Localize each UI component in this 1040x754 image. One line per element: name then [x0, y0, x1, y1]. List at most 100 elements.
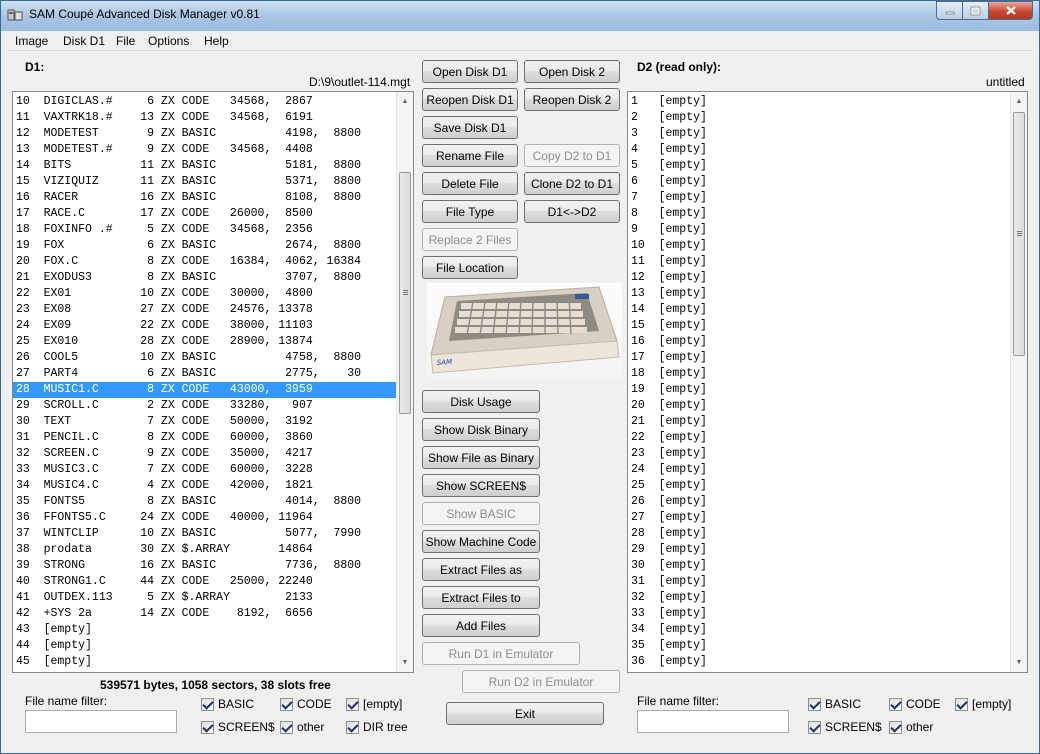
file-location-button[interactable]: File Location [422, 256, 518, 279]
list-item[interactable]: 13 MODETEST.# 9 ZX CODE 34568, 4408 [13, 142, 396, 158]
scroll-up-icon[interactable]: ▲ [1011, 93, 1027, 110]
list-item[interactable]: 9 [empty] [628, 222, 1010, 238]
list-item[interactable]: 32 SCREEN.C 9 ZX CODE 35000, 4217 [13, 446, 396, 462]
list-item[interactable]: 30 TEXT 7 ZX CODE 50000, 3192 [13, 414, 396, 430]
show-file-as-binary-button[interactable]: Show File as Binary [422, 446, 540, 469]
list-item[interactable]: 8 [empty] [628, 206, 1010, 222]
checkbox-icon[interactable] [280, 720, 293, 734]
list-item[interactable]: 45 [empty] [13, 654, 396, 670]
list-item[interactable]: 13 [empty] [628, 286, 1010, 302]
checkbox-icon[interactable] [201, 697, 214, 711]
list-item[interactable]: 22 [empty] [628, 430, 1010, 446]
list-item[interactable]: 33 [empty] [628, 606, 1010, 622]
d1-check-dir-tree[interactable]: DIR tree [346, 719, 408, 735]
list-item[interactable]: 11 VAXTRK18.# 13 ZX CODE 34568, 6191 [13, 110, 396, 126]
list-item[interactable]: 19 FOX 6 ZX BASIC 2674, 8800 [13, 238, 396, 254]
d2-filter-input[interactable] [637, 710, 789, 733]
d1-scroll-thumb[interactable] [399, 172, 411, 414]
list-item[interactable]: 3 [empty] [628, 126, 1010, 142]
checkbox-icon[interactable] [346, 720, 359, 734]
checkbox-icon[interactable] [201, 720, 214, 734]
list-item[interactable]: 14 [empty] [628, 302, 1010, 318]
checkbox-icon[interactable] [889, 697, 902, 711]
list-item[interactable]: 10 [empty] [628, 238, 1010, 254]
checkbox-icon[interactable] [280, 697, 293, 711]
menu-disk-d1[interactable]: Disk D1 [63, 34, 105, 48]
d1-check-basic[interactable]: BASIC [201, 696, 254, 712]
show-disk-binary-button[interactable]: Show Disk Binary [422, 418, 540, 441]
title-bar[interactable]: SAM Coupé Advanced Disk Manager v0.81 [1, 1, 1039, 31]
list-item[interactable]: 15 VIZIQUIZ 11 ZX BASIC 5371, 8800 [13, 174, 396, 190]
list-item[interactable]: 10 DIGICLAS.# 6 ZX CODE 34568, 2867 [13, 94, 396, 110]
d2-scroll-thumb[interactable] [1013, 112, 1025, 356]
list-item[interactable]: 40 STRONG1.C 44 ZX CODE 25000, 22240 [13, 574, 396, 590]
show-screen-button[interactable]: Show SCREEN$ [422, 474, 540, 497]
menu-help[interactable]: Help [204, 34, 229, 48]
list-item[interactable]: 25 EX010 28 ZX CODE 28900, 13874 [13, 334, 396, 350]
list-item[interactable]: 36 [empty] [628, 654, 1010, 670]
list-item[interactable]: 34 MUSIC4.C 4 ZX CODE 42000, 1821 [13, 478, 396, 494]
list-item[interactable]: 24 EX09 22 ZX CODE 38000, 11103 [13, 318, 396, 334]
menu-options[interactable]: Options [148, 34, 189, 48]
list-item[interactable]: 25 [empty] [628, 478, 1010, 494]
list-item[interactable]: 17 [empty] [628, 350, 1010, 366]
list-item[interactable]: 12 MODETEST 9 ZX BASIC 4198, 8800 [13, 126, 396, 142]
list-item[interactable]: 26 [empty] [628, 494, 1010, 510]
list-item[interactable]: 16 [empty] [628, 334, 1010, 350]
clone-d2-to-d1-button[interactable]: Clone D2 to D1 [524, 172, 620, 195]
list-item[interactable]: 44 [empty] [13, 638, 396, 654]
copy-d2-to-d1-button[interactable]: Copy D2 to D1 [524, 144, 620, 167]
list-item[interactable]: 5 [empty] [628, 158, 1010, 174]
list-item[interactable]: 6 [empty] [628, 174, 1010, 190]
checkbox-icon[interactable] [955, 697, 968, 711]
close-button[interactable] [989, 1, 1033, 20]
minimize-button[interactable] [936, 1, 963, 20]
list-item[interactable]: 12 [empty] [628, 270, 1010, 286]
list-item[interactable]: 41 OUTDEX.113 5 ZX $.ARRAY 2133 [13, 590, 396, 606]
checkbox-icon[interactable] [808, 720, 821, 734]
d2-file-list[interactable]: 1 [empty] 2 [empty] 3 [empty] 4 [empty] 5 [e… [627, 91, 1028, 673]
reopen-disk-2-button[interactable]: Reopen Disk 2 [524, 88, 620, 111]
exit-button[interactable]: Exit [446, 702, 604, 725]
list-item[interactable]: 18 FOXINFO .# 5 ZX CODE 34568, 2356 [13, 222, 396, 238]
list-item[interactable]: 15 [empty] [628, 318, 1010, 334]
d2-scrollbar[interactable]: ▲ ▼ [1010, 92, 1027, 672]
list-item[interactable]: 7 [empty] [628, 190, 1010, 206]
scroll-down-icon[interactable]: ▼ [1011, 654, 1027, 671]
list-item[interactable]: 36 FFONTS5.C 24 ZX CODE 40000, 11964 [13, 510, 396, 526]
file-type-button[interactable]: File Type [422, 200, 518, 223]
scroll-down-icon[interactable]: ▼ [397, 654, 413, 671]
list-item[interactable]: 29 [empty] [628, 542, 1010, 558]
list-item[interactable]: 16 RACER 16 ZX BASIC 8108, 8800 [13, 190, 396, 206]
delete-file-button[interactable]: Delete File [422, 172, 518, 195]
d1-check-other[interactable]: other [280, 719, 324, 735]
list-item[interactable]: 35 FONTS5 8 ZX BASIC 4014, 8800 [13, 494, 396, 510]
d2-check-basic[interactable]: BASIC [808, 696, 861, 712]
save-disk-d1-button[interactable]: Save Disk D1 [422, 116, 518, 139]
d2-check-empty[interactable]: [empty] [955, 696, 1011, 712]
list-item[interactable]: 23 EX08 27 ZX CODE 24576, 13378 [13, 302, 396, 318]
list-item[interactable]: 24 [empty] [628, 462, 1010, 478]
menu-image[interactable]: Image [15, 34, 48, 48]
list-item[interactable]: 31 [empty] [628, 574, 1010, 590]
list-item[interactable]: 2 [empty] [628, 110, 1010, 126]
list-item[interactable]: 34 [empty] [628, 622, 1010, 638]
list-item[interactable]: 35 [empty] [628, 638, 1010, 654]
list-item[interactable]: 4 [empty] [628, 142, 1010, 158]
list-item[interactable]: 11 [empty] [628, 254, 1010, 270]
d2-check-screen[interactable]: SCREEN$ [808, 719, 882, 735]
list-item[interactable]: 20 FOX.C 8 ZX CODE 16384, 4062, 16384 [13, 254, 396, 270]
list-item[interactable]: 27 [empty] [628, 510, 1010, 526]
list-item[interactable]: 1 [empty] [628, 94, 1010, 110]
d1-check-screen[interactable]: SCREEN$ [201, 719, 275, 735]
scroll-up-icon[interactable]: ▲ [397, 93, 413, 110]
list-item[interactable]: 14 BITS 11 ZX BASIC 5181, 8800 [13, 158, 396, 174]
list-item[interactable]: 21 EXODUS3 8 ZX BASIC 3707, 8800 [13, 270, 396, 286]
list-item[interactable]: 42 +SYS 2a 14 ZX CODE 8192, 6656 [13, 606, 396, 622]
extract-files-to-button[interactable]: Extract Files to [422, 586, 540, 609]
open-disk-2-button[interactable]: Open Disk 2 [524, 60, 620, 83]
rename-file-button[interactable]: Rename File [422, 144, 518, 167]
list-item[interactable]: 26 COOL5 10 ZX BASIC 4758, 8800 [13, 350, 396, 366]
reopen-disk-d1-button[interactable]: Reopen Disk D1 [422, 88, 518, 111]
list-item[interactable]: 28 MUSIC1.C 8 ZX CODE 43000, 3959 [13, 382, 396, 398]
